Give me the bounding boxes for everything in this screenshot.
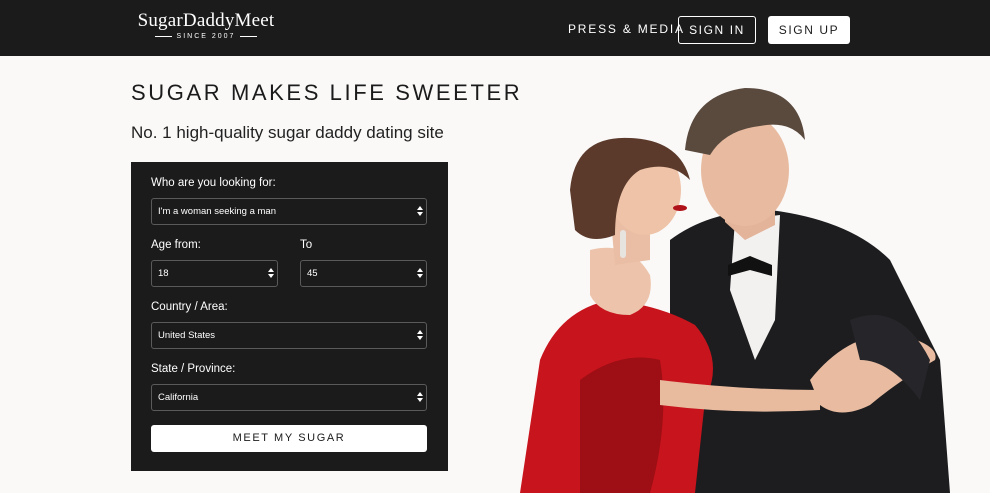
search-panel: Who are you looking for: I'm a woman see… xyxy=(131,162,448,471)
woman-lips xyxy=(673,205,687,211)
country-select[interactable]: United States xyxy=(151,322,427,349)
age-from-label: Age from: xyxy=(151,239,201,251)
country-label: Country / Area: xyxy=(151,301,228,313)
tagline-rule-left xyxy=(154,36,172,37)
site-logo[interactable]: SugarDaddyMeet SINCE 2007 xyxy=(136,10,276,41)
hero-couple-photo xyxy=(520,88,950,493)
dress-shadow xyxy=(580,357,664,493)
tagline-rule-right xyxy=(240,36,258,37)
logo-tagline: SINCE 2007 xyxy=(136,33,276,40)
looking-for-select[interactable]: I'm a woman seeking a man xyxy=(151,198,427,225)
hero-subtitle: No. 1 high-quality sugar daddy dating si… xyxy=(131,123,444,142)
meet-my-sugar-button[interactable]: MEET MY SUGAR xyxy=(151,425,427,452)
hero-title: SUGAR MAKES LIFE SWEETER xyxy=(131,80,523,105)
select-arrows-icon xyxy=(268,268,274,280)
looking-for-value: I'm a woman seeking a man xyxy=(158,206,276,217)
select-arrows-icon xyxy=(417,392,423,404)
sign-up-button[interactable]: SIGN UP xyxy=(768,16,850,44)
sign-in-button[interactable]: SIGN IN xyxy=(678,16,756,44)
logo-tagline-text: SINCE 2007 xyxy=(176,33,236,40)
age-to-value: 45 xyxy=(307,268,318,279)
looking-for-label: Who are you looking for: xyxy=(151,177,276,189)
select-arrows-icon xyxy=(417,330,423,342)
age-to-select[interactable]: 45 xyxy=(300,260,427,287)
top-navigation-bar: SugarDaddyMeet SINCE 2007 PRESS & MEDIA … xyxy=(0,0,990,56)
select-arrows-icon xyxy=(417,268,423,280)
state-value: California xyxy=(158,392,199,403)
age-to-label: To xyxy=(300,239,313,251)
age-from-select[interactable]: 18 xyxy=(151,260,278,287)
country-value: United States xyxy=(158,330,216,341)
age-from-value: 18 xyxy=(158,268,169,279)
select-arrows-icon xyxy=(417,206,423,218)
press-media-link[interactable]: PRESS & MEDIA xyxy=(568,22,685,36)
logo-wordmark: SugarDaddyMeet xyxy=(137,10,275,31)
state-select[interactable]: California xyxy=(151,384,427,411)
earring xyxy=(620,230,626,258)
state-label: State / Province: xyxy=(151,363,236,375)
